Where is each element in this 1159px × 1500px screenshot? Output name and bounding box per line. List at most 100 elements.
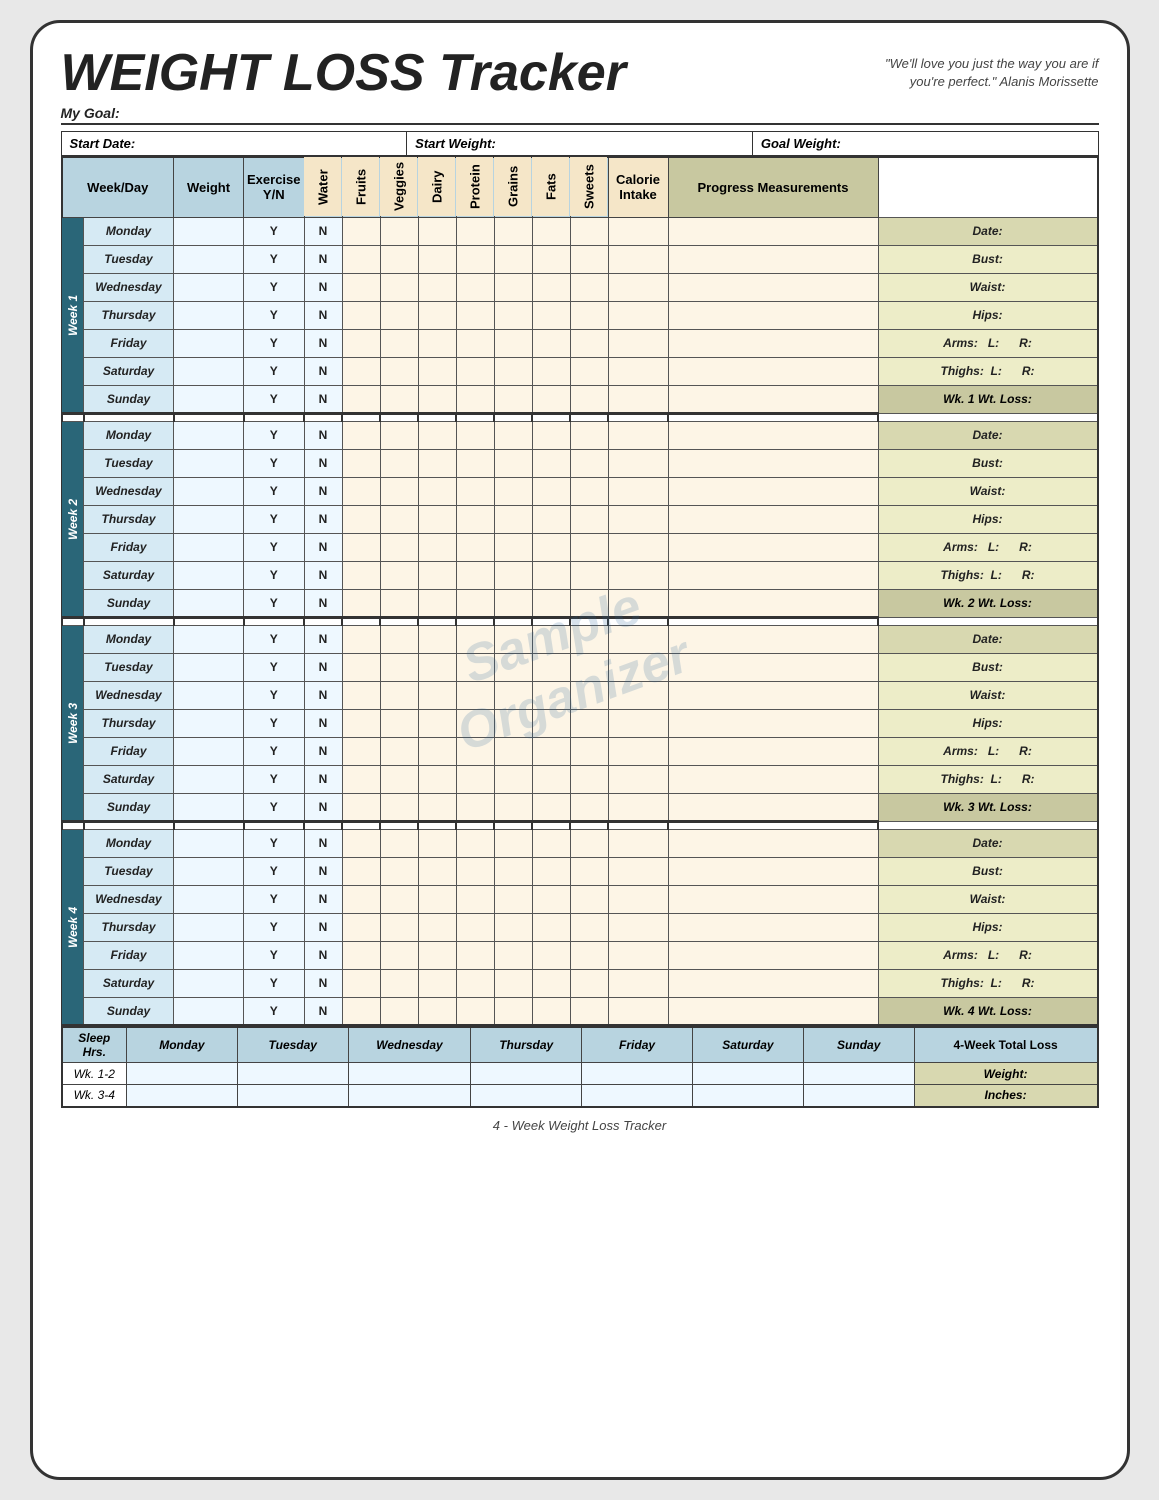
sleep-mon-34[interactable] [127, 1085, 238, 1107]
calorie-sunday-w3[interactable] [668, 793, 878, 821]
sweets-sunday-w1[interactable] [608, 385, 668, 413]
protein-friday-w3[interactable] [494, 737, 532, 765]
exercise-y-sunday-w3[interactable]: Y [244, 793, 305, 821]
weight-thursday-w2[interactable] [174, 505, 244, 533]
calorie-monday-w3[interactable] [668, 625, 878, 653]
calorie-saturday-w3[interactable] [668, 765, 878, 793]
exercise-n-sunday-w2[interactable]: N [304, 589, 342, 617]
dairy-sunday-w1[interactable] [456, 385, 494, 413]
protein-wednesday-w1[interactable] [494, 273, 532, 301]
weight-wednesday-w2[interactable] [174, 477, 244, 505]
sweets-monday-w3[interactable] [608, 625, 668, 653]
exercise-n-wednesday-w4[interactable]: N [304, 885, 342, 913]
exercise-n-sunday-w1[interactable]: N [304, 385, 342, 413]
grains-tuesday-w2[interactable] [532, 449, 570, 477]
veggies-monday-w1[interactable] [418, 217, 456, 245]
dairy-monday-w3[interactable] [456, 625, 494, 653]
weight-friday-w3[interactable] [174, 737, 244, 765]
exercise-y-monday-w3[interactable]: Y [244, 625, 305, 653]
fats-sunday-w1[interactable] [570, 385, 608, 413]
water-sunday-w3[interactable] [342, 793, 380, 821]
water-friday-w1[interactable] [342, 329, 380, 357]
water-monday-w4[interactable] [342, 829, 380, 857]
weight-monday-w1[interactable] [174, 217, 244, 245]
dairy-thursday-w4[interactable] [456, 913, 494, 941]
grains-sunday-w3[interactable] [532, 793, 570, 821]
protein-tuesday-w2[interactable] [494, 449, 532, 477]
exercise-y-sunday-w1[interactable]: Y [244, 385, 305, 413]
exercise-n-friday-w1[interactable]: N [304, 329, 342, 357]
exercise-y-thursday-w4[interactable]: Y [244, 913, 305, 941]
exercise-n-sunday-w3[interactable]: N [304, 793, 342, 821]
exercise-y-monday-w4[interactable]: Y [244, 829, 305, 857]
exercise-n-thursday-w2[interactable]: N [304, 505, 342, 533]
fats-thursday-w2[interactable] [570, 505, 608, 533]
calorie-friday-w1[interactable] [668, 329, 878, 357]
weight-wednesday-w3[interactable] [174, 681, 244, 709]
fruits-wednesday-w3[interactable] [380, 681, 418, 709]
dairy-tuesday-w2[interactable] [456, 449, 494, 477]
sweets-sunday-w2[interactable] [608, 589, 668, 617]
grains-monday-w1[interactable] [532, 217, 570, 245]
fats-sunday-w2[interactable] [570, 589, 608, 617]
grains-sunday-w4[interactable] [532, 997, 570, 1025]
water-thursday-w2[interactable] [342, 505, 380, 533]
fats-friday-w3[interactable] [570, 737, 608, 765]
sweets-friday-w4[interactable] [608, 941, 668, 969]
weight-saturday-w4[interactable] [174, 969, 244, 997]
protein-saturday-w1[interactable] [494, 357, 532, 385]
calorie-sunday-w4[interactable] [668, 997, 878, 1025]
veggies-tuesday-w1[interactable] [418, 245, 456, 273]
protein-wednesday-w2[interactable] [494, 477, 532, 505]
water-friday-w3[interactable] [342, 737, 380, 765]
fats-friday-w1[interactable] [570, 329, 608, 357]
fruits-saturday-w1[interactable] [380, 357, 418, 385]
veggies-sunday-w3[interactable] [418, 793, 456, 821]
exercise-y-wednesday-w3[interactable]: Y [244, 681, 305, 709]
exercise-y-saturday-w3[interactable]: Y [244, 765, 305, 793]
exercise-n-tuesday-w3[interactable]: N [304, 653, 342, 681]
calorie-wednesday-w2[interactable] [668, 477, 878, 505]
fruits-saturday-w2[interactable] [380, 561, 418, 589]
fruits-friday-w3[interactable] [380, 737, 418, 765]
water-wednesday-w3[interactable] [342, 681, 380, 709]
dairy-saturday-w4[interactable] [456, 969, 494, 997]
sweets-thursday-w4[interactable] [608, 913, 668, 941]
fruits-sunday-w4[interactable] [380, 997, 418, 1025]
water-saturday-w3[interactable] [342, 765, 380, 793]
veggies-saturday-w3[interactable] [418, 765, 456, 793]
calorie-monday-w2[interactable] [668, 421, 878, 449]
exercise-n-friday-w4[interactable]: N [304, 941, 342, 969]
grains-friday-w1[interactable] [532, 329, 570, 357]
sweets-saturday-w1[interactable] [608, 357, 668, 385]
veggies-saturday-w2[interactable] [418, 561, 456, 589]
exercise-y-sunday-w4[interactable]: Y [244, 997, 305, 1025]
fruits-sunday-w1[interactable] [380, 385, 418, 413]
water-monday-w1[interactable] [342, 217, 380, 245]
grains-saturday-w1[interactable] [532, 357, 570, 385]
sleep-tue-34[interactable] [237, 1085, 348, 1107]
dairy-tuesday-w3[interactable] [456, 653, 494, 681]
water-saturday-w4[interactable] [342, 969, 380, 997]
fats-sunday-w3[interactable] [570, 793, 608, 821]
grains-friday-w2[interactable] [532, 533, 570, 561]
veggies-wednesday-w3[interactable] [418, 681, 456, 709]
exercise-y-monday-w1[interactable]: Y [244, 217, 305, 245]
exercise-n-thursday-w3[interactable]: N [304, 709, 342, 737]
weight-monday-w2[interactable] [174, 421, 244, 449]
protein-tuesday-w4[interactable] [494, 857, 532, 885]
fruits-tuesday-w4[interactable] [380, 857, 418, 885]
exercise-y-friday-w4[interactable]: Y [244, 941, 305, 969]
calorie-saturday-w2[interactable] [668, 561, 878, 589]
dairy-sunday-w3[interactable] [456, 793, 494, 821]
fats-saturday-w2[interactable] [570, 561, 608, 589]
fats-monday-w2[interactable] [570, 421, 608, 449]
sleep-wed-34[interactable] [348, 1085, 471, 1107]
grains-wednesday-w3[interactable] [532, 681, 570, 709]
sweets-thursday-w1[interactable] [608, 301, 668, 329]
grains-tuesday-w3[interactable] [532, 653, 570, 681]
weight-thursday-w3[interactable] [174, 709, 244, 737]
fats-thursday-w4[interactable] [570, 913, 608, 941]
veggies-thursday-w3[interactable] [418, 709, 456, 737]
exercise-n-wednesday-w3[interactable]: N [304, 681, 342, 709]
